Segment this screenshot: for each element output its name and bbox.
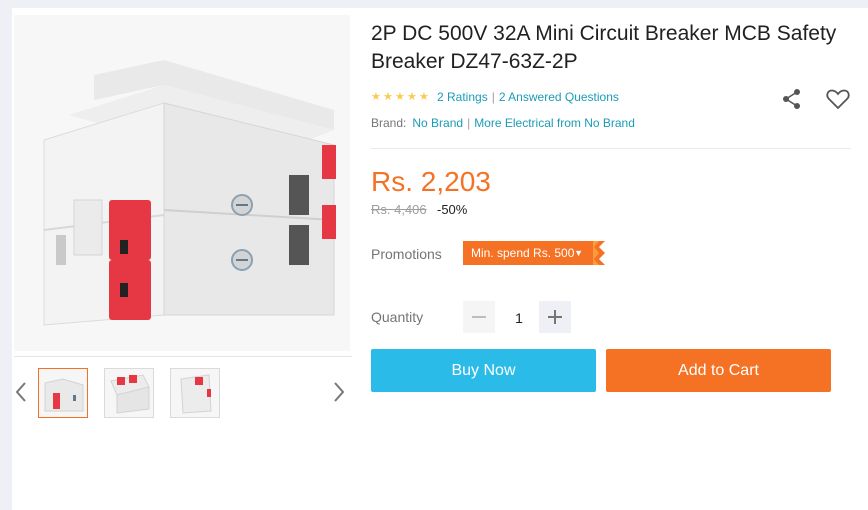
thumbnail-3[interactable] (170, 368, 220, 418)
circuit-breaker-illustration (14, 15, 350, 351)
chevron-right-icon[interactable] (332, 380, 346, 404)
promotion-tag[interactable]: Min. spend Rs. 500 ▼ (463, 241, 605, 265)
chevron-left-icon[interactable] (14, 380, 28, 404)
more-from-brand-link[interactable]: More Electrical from No Brand (474, 116, 635, 130)
current-price: Rs. 2,203 (371, 166, 491, 197)
quantity-input[interactable] (496, 301, 542, 335)
gallery-divider (14, 356, 352, 357)
quantity-decrease-button[interactable] (463, 301, 495, 333)
thumbnail-image (105, 369, 153, 417)
product-title: 2P DC 500V 32A Mini Circuit Breaker MCB … (371, 22, 837, 73)
star-icon: ★ (395, 91, 405, 103)
minus-icon (472, 316, 486, 318)
separator: | (491, 90, 495, 104)
share-icon[interactable] (781, 88, 803, 110)
heart-icon[interactable] (826, 88, 850, 110)
promotions-label: Promotions (371, 246, 442, 262)
discount-badge: -50% (437, 202, 468, 217)
ratings-link[interactable]: 2 Ratings (437, 90, 488, 104)
ratings-row: ★ ★ ★ ★ ★ 2 Ratings | 2 Answered Questio… (371, 89, 619, 105)
thumbnail-1[interactable] (38, 368, 88, 418)
plus-icon (548, 310, 562, 324)
buy-now-button[interactable]: Buy Now (371, 349, 596, 392)
questions-link[interactable]: 2 Answered Questions (499, 90, 619, 104)
thumbnail-2[interactable] (104, 368, 154, 418)
promotion-text: Min. spend Rs. 500 (471, 246, 575, 260)
main-product-image[interactable] (14, 15, 350, 351)
star-icon: ★ (383, 91, 393, 103)
star-icon: ★ (419, 91, 429, 103)
brand-row: Brand: No Brand | More Electrical from N… (371, 116, 635, 130)
section-divider (371, 148, 851, 149)
rating-stars[interactable]: ★ ★ ★ ★ ★ (371, 91, 431, 103)
thumbnail-image (39, 369, 87, 417)
quantity-increase-button[interactable] (539, 301, 571, 333)
original-price: Rs. 4,406 (371, 202, 427, 217)
add-to-cart-button[interactable]: Add to Cart (606, 349, 831, 392)
dropdown-arrow-icon: ▼ (574, 248, 583, 258)
quantity-label: Quantity (371, 309, 424, 325)
separator: | (467, 116, 471, 130)
star-icon: ★ (371, 91, 381, 103)
star-icon: ★ (407, 91, 417, 103)
promotion-tag-text: Min. spend Rs. 500 ▼ (463, 241, 593, 265)
thumbnail-image (171, 369, 219, 417)
brand-link[interactable]: No Brand (412, 116, 463, 130)
brand-label: Brand: (371, 116, 407, 130)
